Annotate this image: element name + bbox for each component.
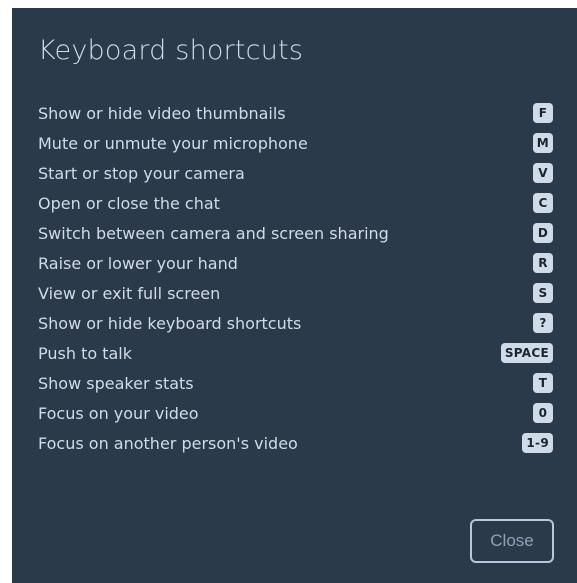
shortcut-key: 1-9 [522, 433, 553, 453]
shortcut-label: Start or stop your camera [38, 163, 245, 183]
page-background [0, 0, 577, 8]
shortcut-label: Switch between camera and screen sharing [38, 223, 389, 243]
shortcut-key: C [533, 193, 553, 213]
shortcut-label: Show or hide video thumbnails [38, 103, 286, 123]
shortcut-row-microphone: Mute or unmute your microphone M [38, 128, 553, 158]
shortcut-key: D [533, 223, 553, 243]
shortcut-key: F [533, 103, 553, 123]
shortcut-label: View or exit full screen [38, 283, 221, 303]
keyboard-shortcuts-dialog: Keyboard shortcuts Show or hide video th… [12, 8, 577, 583]
shortcut-key: 0 [533, 403, 553, 423]
shortcut-label: Mute or unmute your microphone [38, 133, 308, 153]
shortcut-row-full-screen: View or exit full screen S [38, 278, 553, 308]
shortcut-key: SPACE [500, 343, 553, 363]
shortcut-key: T [533, 373, 553, 393]
shortcut-row-thumbnails: Show or hide video thumbnails F [38, 98, 553, 128]
shortcut-label: Open or close the chat [38, 193, 220, 213]
shortcut-key: V [533, 163, 553, 183]
shortcut-row-screen-sharing: Switch between camera and screen sharing… [38, 218, 553, 248]
shortcut-label: Show speaker stats [38, 373, 194, 393]
shortcut-label: Focus on another person's video [38, 433, 298, 453]
shortcut-key: S [533, 283, 553, 303]
shortcut-row-hand: Raise or lower your hand R [38, 248, 553, 278]
shortcut-label: Show or hide keyboard shortcuts [38, 313, 302, 333]
shortcut-row-chat: Open or close the chat C [38, 188, 553, 218]
shortcut-row-camera: Start or stop your camera V [38, 158, 553, 188]
shortcut-label: Push to talk [38, 343, 133, 363]
shortcut-list: Show or hide video thumbnails F Mute or … [38, 98, 553, 458]
shortcut-key: ? [533, 313, 553, 333]
shortcut-row-push-to-talk: Push to talk SPACE [38, 338, 553, 368]
shortcut-label: Raise or lower your hand [38, 253, 238, 273]
shortcut-label: Focus on your video [38, 403, 199, 423]
close-button[interactable]: Close [470, 519, 554, 563]
shortcut-row-speaker-stats: Show speaker stats T [38, 368, 553, 398]
shortcut-row-shortcuts: Show or hide keyboard shortcuts ? [38, 308, 553, 338]
shortcut-key: R [533, 253, 553, 273]
shortcut-row-focus-own-video: Focus on your video 0 [38, 398, 553, 428]
dialog-title: Keyboard shortcuts [38, 35, 304, 66]
shortcut-key: M [532, 133, 553, 153]
shortcut-row-focus-other-video: Focus on another person's video 1-9 [38, 428, 553, 458]
